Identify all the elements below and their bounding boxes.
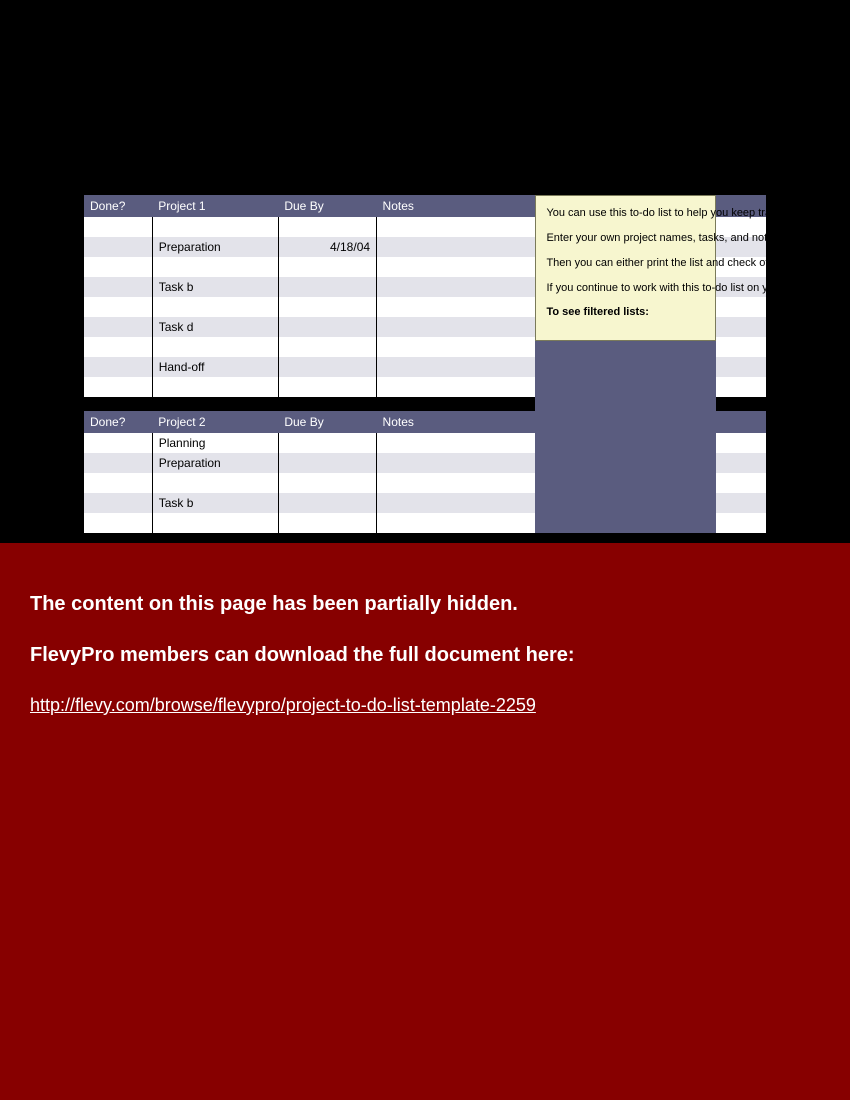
col-done[interactable]: Done? [84, 411, 152, 433]
done-cell[interactable] [84, 217, 152, 237]
col-due[interactable]: Due By [278, 195, 376, 217]
task-cell[interactable] [152, 257, 278, 277]
todo-table: Done? Project 1 Due By Notes You can use… [84, 195, 766, 533]
due-cell[interactable] [278, 357, 376, 377]
task-cell[interactable]: Preparation [152, 453, 278, 473]
due-cell[interactable] [278, 297, 376, 317]
task-cell[interactable]: Task b [152, 277, 278, 297]
due-cell[interactable] [278, 453, 376, 473]
tip-p5: To see filtered lists: [546, 305, 705, 320]
project1-header: Done? Project 1 Due By Notes You can use… [84, 195, 766, 217]
col-project[interactable]: Project 1 [152, 195, 278, 217]
spreadsheet-area: Done? Project 1 Due By Notes You can use… [84, 195, 766, 533]
overlay-line1: The content on this page has been partia… [30, 593, 820, 616]
task-cell[interactable]: Task d [152, 317, 278, 337]
notes-cell[interactable] [377, 433, 536, 453]
col-done[interactable]: Done? [84, 195, 152, 217]
tip-p1: You can use this to-do list to help you … [546, 206, 705, 221]
notes-cell[interactable] [377, 513, 536, 533]
task-cell[interactable]: Preparation [152, 237, 278, 257]
done-cell[interactable] [84, 377, 152, 397]
notes-cell[interactable] [377, 277, 536, 297]
done-cell[interactable] [84, 337, 152, 357]
task-cell[interactable]: Task b [152, 493, 278, 513]
done-cell[interactable] [84, 237, 152, 257]
notes-cell[interactable] [377, 297, 536, 317]
task-cell[interactable] [152, 513, 278, 533]
task-cell[interactable] [152, 473, 278, 493]
notes-cell[interactable] [377, 377, 536, 397]
notes-cell[interactable] [377, 473, 536, 493]
col-notes[interactable]: Notes [377, 195, 536, 217]
done-cell[interactable] [84, 357, 152, 377]
task-cell[interactable] [152, 217, 278, 237]
notes-cell[interactable] [377, 357, 536, 377]
task-cell[interactable] [152, 377, 278, 397]
notes-cell[interactable] [377, 453, 536, 473]
done-cell[interactable] [84, 493, 152, 513]
done-cell[interactable] [84, 277, 152, 297]
notes-cell[interactable] [377, 257, 536, 277]
tip-p3: Then you can either print the list and c… [546, 256, 705, 271]
task-cell[interactable] [152, 337, 278, 357]
due-cell[interactable] [278, 377, 376, 397]
notes-cell[interactable] [377, 493, 536, 513]
notes-cell[interactable] [377, 237, 536, 257]
col-ext [716, 411, 766, 433]
notes-cell[interactable] [377, 317, 536, 337]
done-cell[interactable] [84, 297, 152, 317]
done-cell[interactable] [84, 433, 152, 453]
due-cell[interactable] [278, 317, 376, 337]
task-cell[interactable]: Hand-off [152, 357, 278, 377]
due-cell[interactable]: 4/18/04 [278, 237, 376, 257]
col-due[interactable]: Due By [278, 411, 376, 433]
done-cell[interactable] [84, 513, 152, 533]
instructions-note: You can use this to-do list to help you … [535, 195, 716, 341]
notes-cell[interactable] [377, 337, 536, 357]
due-cell[interactable] [278, 337, 376, 357]
done-cell[interactable] [84, 257, 152, 277]
task-cell[interactable]: Planning [152, 433, 278, 453]
paywall-overlay: The content on this page has been partia… [0, 543, 850, 1100]
due-cell[interactable] [278, 257, 376, 277]
due-cell[interactable] [278, 433, 376, 453]
col-project[interactable]: Project 2 [152, 411, 278, 433]
notes-cell[interactable] [377, 217, 536, 237]
overlay-link[interactable]: http://flevy.com/browse/flevypro/project… [30, 695, 536, 715]
tip-cell: You can use this to-do list to help you … [535, 195, 716, 533]
done-cell[interactable] [84, 473, 152, 493]
col-notes[interactable]: Notes [377, 411, 536, 433]
tip-p2: Enter your own project names, tasks, and… [546, 231, 705, 246]
due-cell[interactable] [278, 513, 376, 533]
tip-p4: If you continue to work with this to-do … [546, 281, 705, 296]
done-cell[interactable] [84, 453, 152, 473]
due-cell[interactable] [278, 217, 376, 237]
due-cell[interactable] [278, 493, 376, 513]
overlay-line2: FlevyPro members can download the full d… [30, 644, 820, 667]
done-cell[interactable] [84, 317, 152, 337]
task-cell[interactable] [152, 297, 278, 317]
due-cell[interactable] [278, 277, 376, 297]
due-cell[interactable] [278, 473, 376, 493]
